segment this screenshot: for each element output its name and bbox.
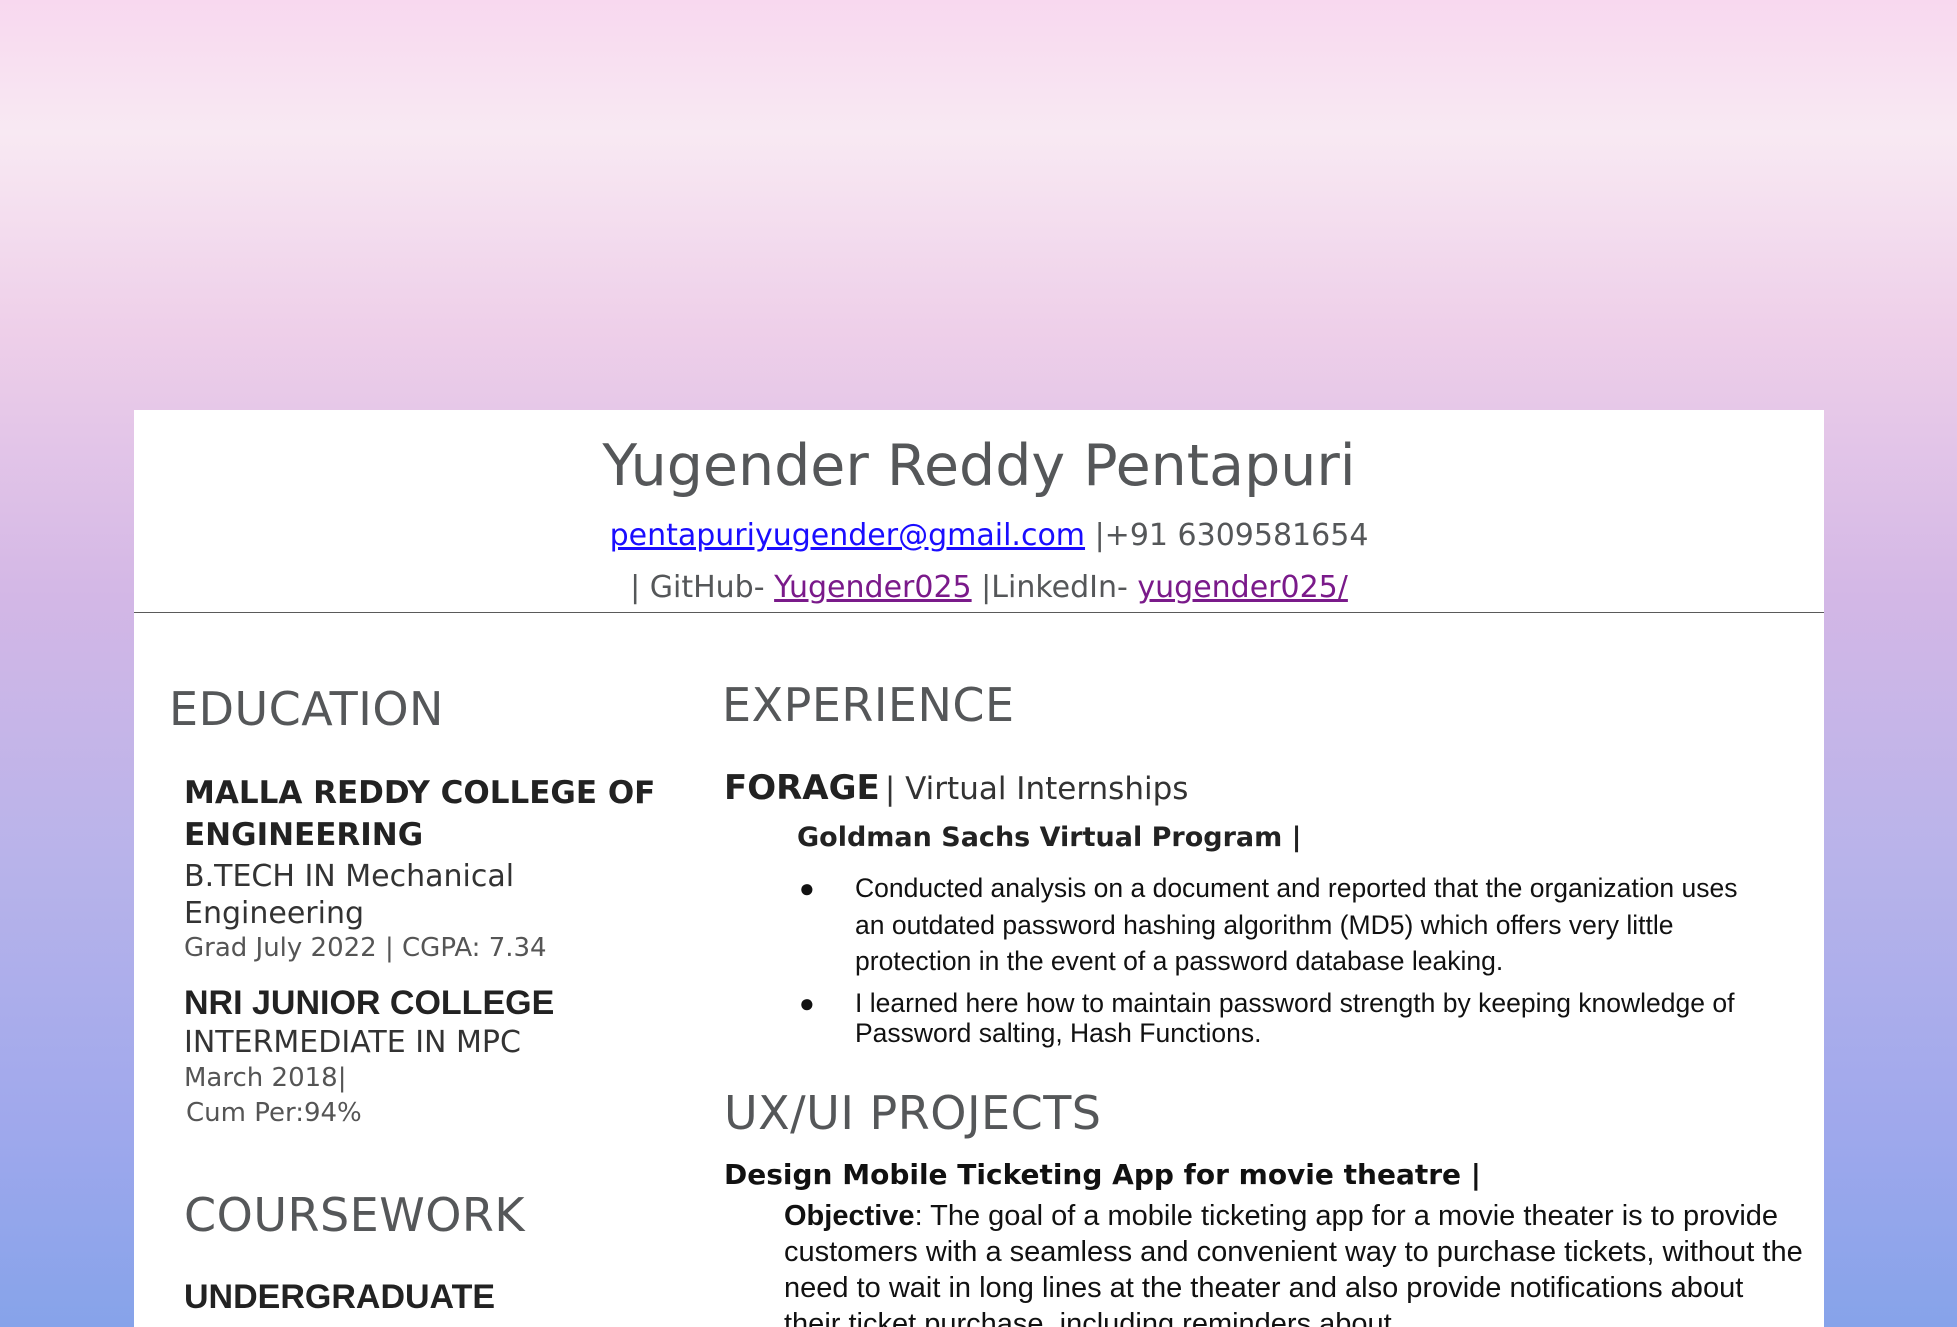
github-link[interactable]: Yugender025 xyxy=(774,570,972,605)
school-name-line2: ENGINEERING xyxy=(184,817,424,853)
phone-number: |+91 6309581654 xyxy=(1094,518,1369,553)
grad-meta: Grad July 2022 | CGPA: 7.34 xyxy=(184,933,547,963)
email-link[interactable]: pentapuriyugender@gmail.com xyxy=(610,518,1085,553)
coursework-heading: COURSEWORK xyxy=(184,1188,526,1242)
contact-line-2: | GitHub- Yugender025 |LinkedIn- yugende… xyxy=(134,570,1824,605)
degree-intermediate: INTERMEDIATE IN MPC xyxy=(184,1025,521,1060)
company-subtitle: | Virtual Internships xyxy=(884,771,1189,807)
bullet-item: ● I learned here how to maintain passwor… xyxy=(799,988,1739,1048)
degree-line1: B.TECH IN Mechanical xyxy=(184,859,515,894)
bullet-text: Conducted analysis on a document and rep… xyxy=(855,873,1738,976)
experience-heading: EXPERIENCE xyxy=(722,678,1015,732)
linkedin-prefix: |LinkedIn- xyxy=(981,570,1128,605)
date-meta: March 2018| xyxy=(184,1063,347,1093)
school-name-nri: NRI JUNIOR COLLEGE xyxy=(184,984,555,1022)
linkedin-link[interactable]: yugender025/ xyxy=(1137,570,1347,605)
project-objective: Objective: The goal of a mobile ticketin… xyxy=(784,1198,1804,1327)
bullet-item: ● Conducted analysis on a document and r… xyxy=(799,870,1739,980)
coursework-subtitle: UNDERGRADUATE xyxy=(184,1278,496,1316)
experience-bullets: ● Conducted analysis on a document and r… xyxy=(799,870,1739,1056)
objective-text: : The goal of a mobile ticketing app for… xyxy=(784,1200,1803,1327)
resume-page: Yugender Reddy Pentapuri pentapuriyugend… xyxy=(134,410,1824,1327)
resume-header: Yugender Reddy Pentapuri pentapuriyugend… xyxy=(134,410,1824,613)
project-title: Design Mobile Ticketing App for movie th… xyxy=(724,1158,1481,1191)
education-heading: EDUCATION xyxy=(169,682,444,736)
percentage-meta: Cum Per:94% xyxy=(186,1098,362,1128)
program-title: Goldman Sachs Virtual Program | xyxy=(797,822,1302,853)
degree-line2: Engineering xyxy=(184,896,364,931)
bullet-text: I learned here how to maintain password … xyxy=(855,987,1735,1048)
github-prefix: | GitHub- xyxy=(630,570,765,605)
projects-heading: UX/UI PROJECTS xyxy=(724,1086,1102,1140)
bullet-icon: ● xyxy=(799,873,815,903)
school-name-line1: MALLA REDDY COLLEGE OF xyxy=(184,775,656,811)
contact-line-1: pentapuriyugender@gmail.com |+91 6309581… xyxy=(134,518,1824,553)
candidate-name: Yugender Reddy Pentapuri xyxy=(602,433,1356,499)
objective-label: Objective xyxy=(784,1200,915,1232)
bullet-icon: ● xyxy=(799,987,815,1018)
company-name: FORAGE xyxy=(724,768,880,808)
company-line: FORAGE | Virtual Internships xyxy=(724,768,1188,808)
